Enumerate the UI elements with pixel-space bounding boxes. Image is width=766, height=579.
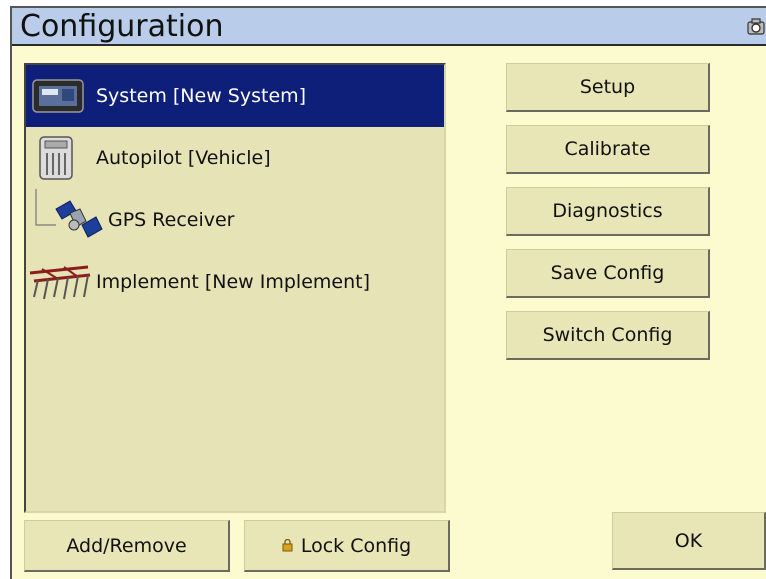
lock-config-button[interactable]: Lock Config bbox=[244, 520, 450, 572]
tree-item-label: System [New System] bbox=[96, 85, 307, 107]
calibrate-button[interactable]: Calibrate bbox=[506, 125, 710, 174]
save-config-button[interactable]: Save Config bbox=[506, 249, 710, 298]
tree-item-label: Autopilot [Vehicle] bbox=[96, 147, 271, 169]
setup-button[interactable]: Setup bbox=[506, 63, 710, 112]
ok-button[interactable]: OK bbox=[612, 512, 766, 570]
configuration-window: Configuration System [New System] Autopi… bbox=[10, 6, 766, 579]
tree-item-system[interactable]: System [New System] bbox=[26, 65, 444, 127]
lock-config-label: Lock Config bbox=[300, 534, 412, 557]
satellite-icon bbox=[55, 200, 103, 238]
tree-item-label: Implement [New Implement] bbox=[96, 271, 371, 293]
switch-config-button[interactable]: Switch Config bbox=[506, 311, 710, 360]
display-unit-icon bbox=[32, 79, 84, 113]
tree-item-gps-receiver[interactable]: GPS Receiver bbox=[26, 189, 444, 251]
tree-item-label: GPS Receiver bbox=[108, 209, 235, 231]
config-tree: System [New System] Autopilot [Vehicle] bbox=[24, 63, 446, 513]
controller-module-icon bbox=[39, 136, 73, 180]
window-title: Configuration bbox=[20, 9, 224, 44]
camera-icon[interactable] bbox=[746, 17, 766, 37]
tree-item-implement[interactable]: Implement [New Implement] bbox=[26, 251, 444, 313]
add-remove-button[interactable]: Add/Remove bbox=[24, 520, 230, 572]
tillage-implement-icon bbox=[29, 265, 91, 300]
lock-icon bbox=[282, 539, 293, 552]
tree-item-autopilot[interactable]: Autopilot [Vehicle] bbox=[26, 127, 444, 189]
diagnostics-button[interactable]: Diagnostics bbox=[506, 187, 710, 236]
title-bar: Configuration bbox=[12, 8, 766, 46]
